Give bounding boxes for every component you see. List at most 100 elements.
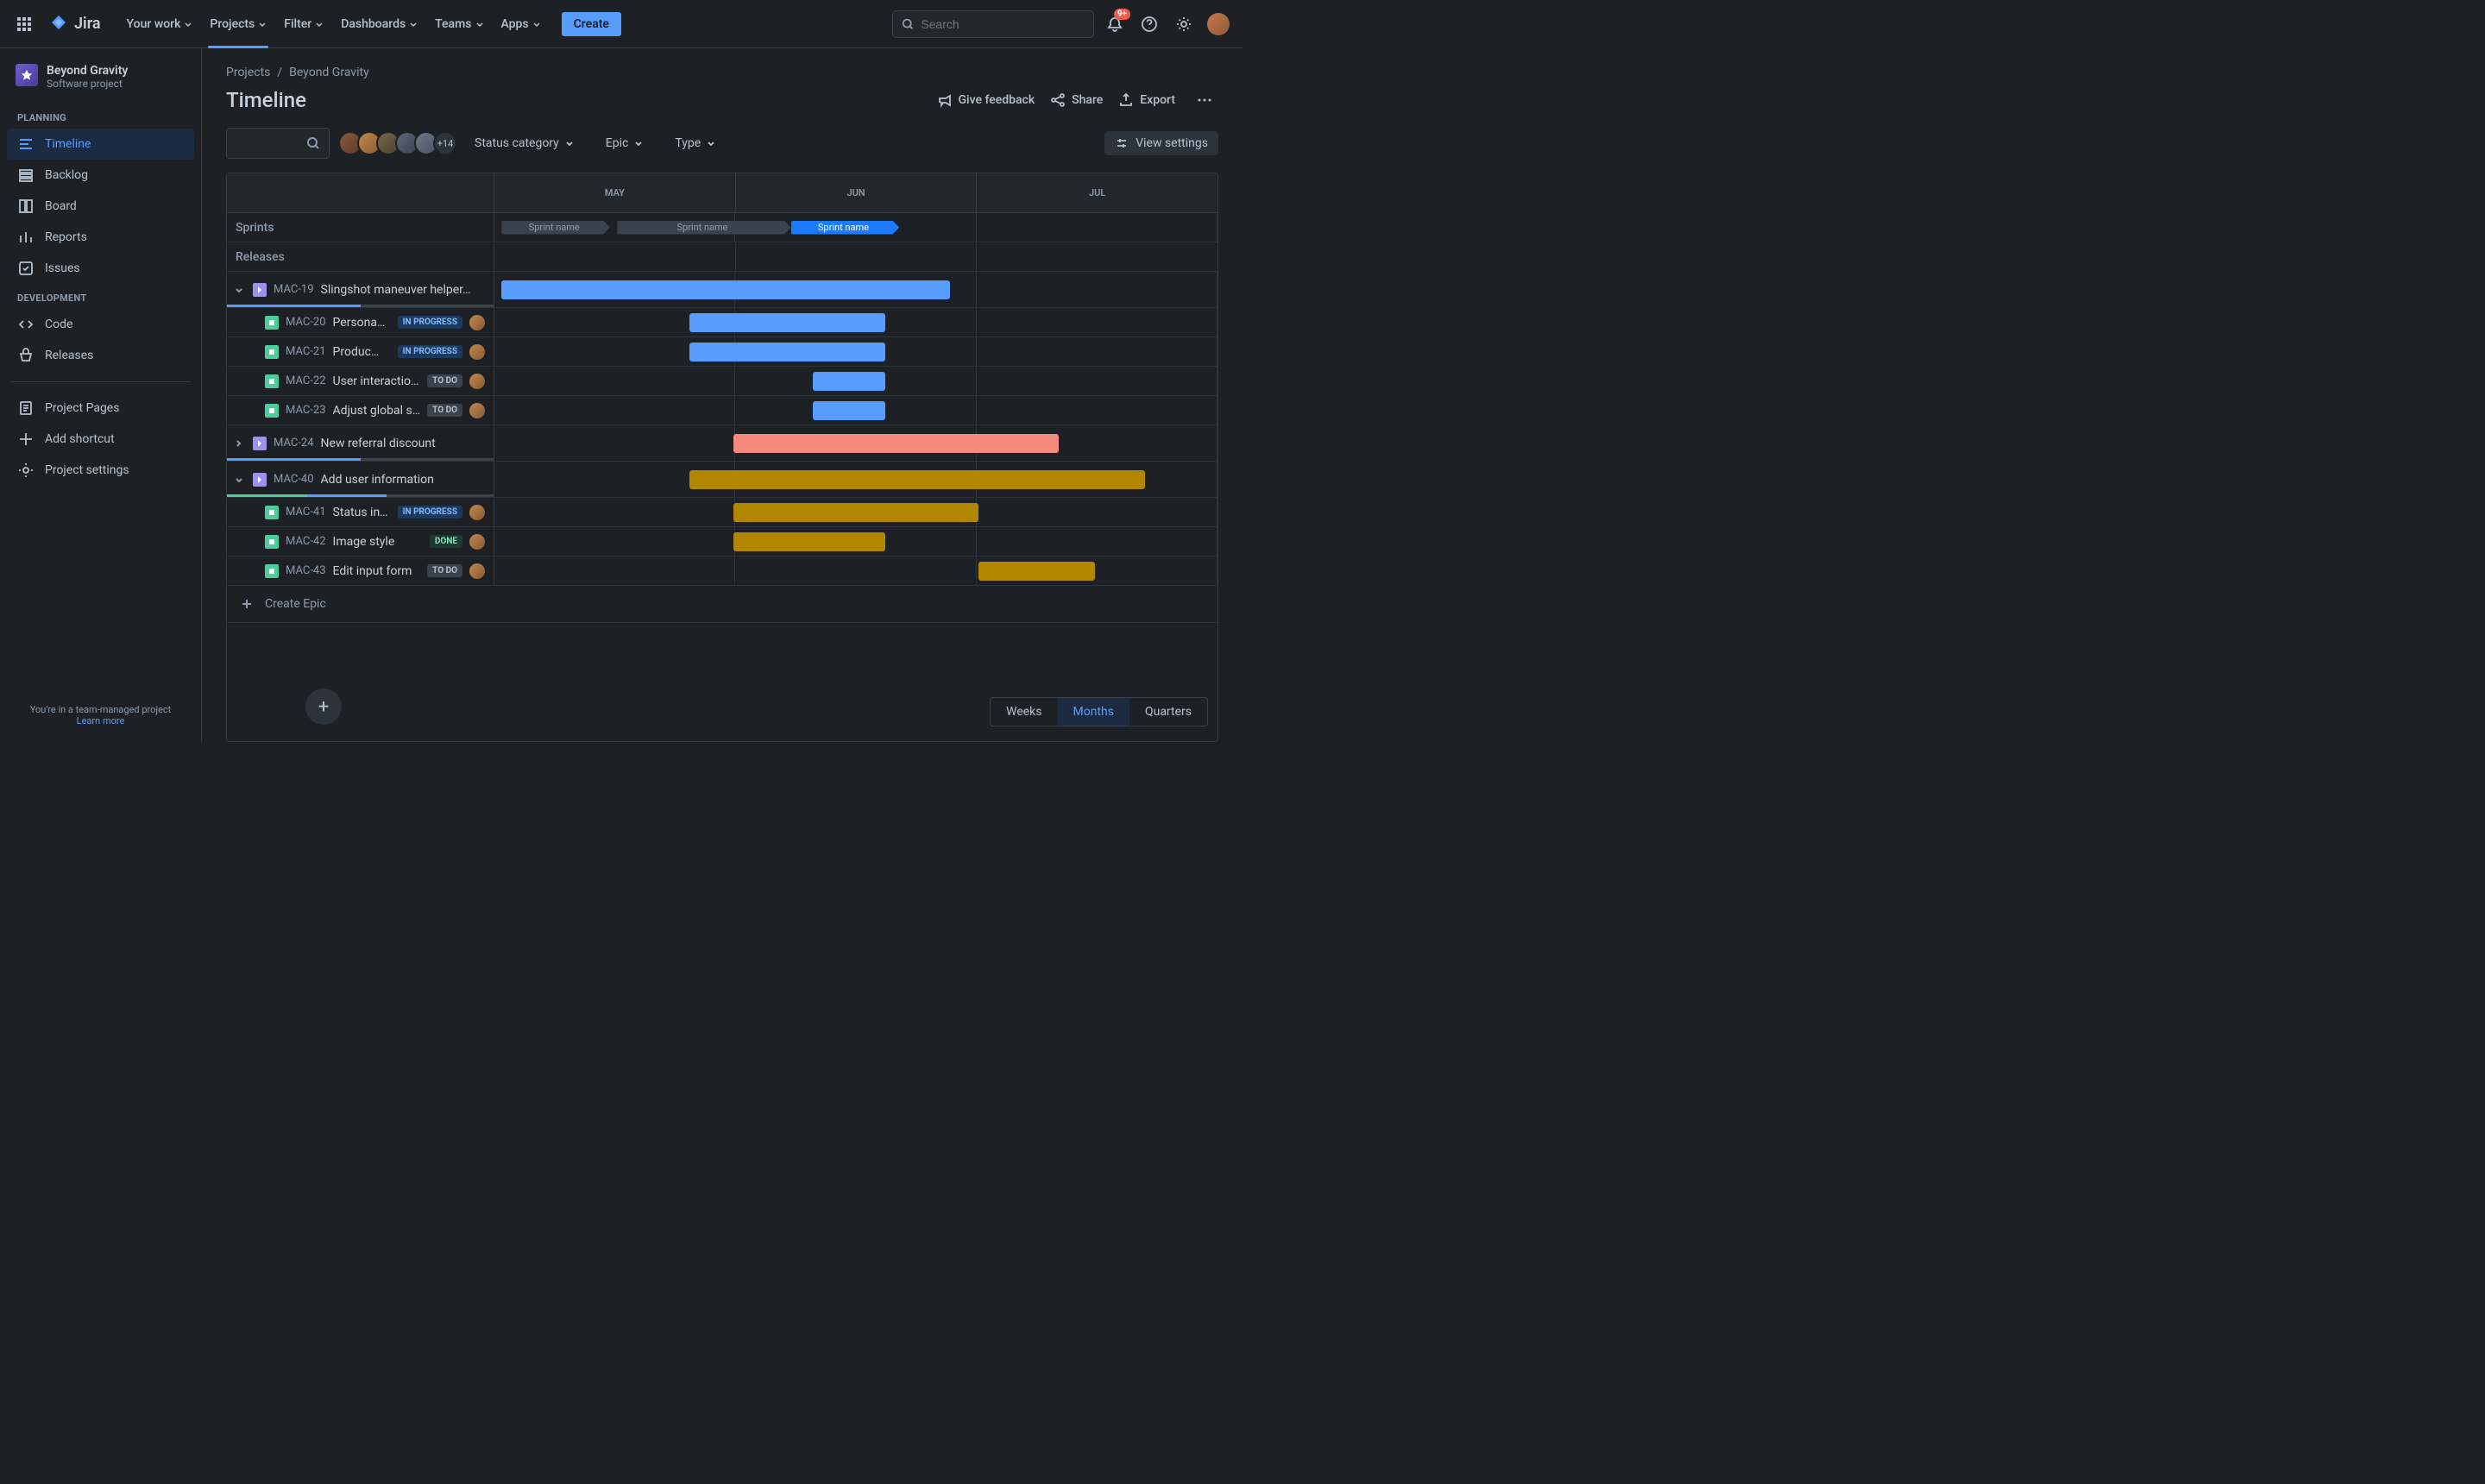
epic-row[interactable]: MAC-40 Add user information — [227, 462, 1217, 498]
assignee-avatar[interactable] — [469, 315, 485, 330]
story-row[interactable]: MAC-20 Persona… IN PROGRESS — [227, 308, 1217, 337]
more-horizontal-icon — [1196, 91, 1213, 109]
project-name: Beyond Gravity — [47, 64, 128, 78]
nav-item-teams[interactable]: Teams — [426, 10, 492, 38]
plus-icon — [237, 594, 256, 613]
timeline-bar[interactable] — [733, 503, 979, 522]
story-row[interactable]: MAC-43 Edit input form TO DO — [227, 556, 1217, 586]
assignee-filter[interactable]: +14 — [343, 131, 457, 155]
notifications-button[interactable]: 9+ — [1101, 10, 1129, 38]
expand-toggle[interactable] — [234, 438, 246, 449]
nav-item-your-work[interactable]: Your work — [118, 10, 202, 38]
project-header[interactable]: Beyond Gravity Software project — [7, 64, 194, 104]
sidebar-item-add-shortcut[interactable]: Add shortcut — [7, 424, 194, 455]
timeline-bar[interactable] — [733, 532, 885, 551]
sprint-chip[interactable]: Sprint name — [791, 221, 900, 235]
timeline-bar[interactable] — [733, 434, 1059, 453]
sidebar-item-releases[interactable]: Releases — [7, 340, 194, 371]
story-row[interactable]: MAC-22 User interactio… TO DO — [227, 367, 1217, 396]
story-row[interactable]: MAC-23 Adjust global s… TO DO — [227, 396, 1217, 425]
filter-status-category[interactable]: Status category — [471, 131, 578, 155]
assignee-avatar[interactable] — [469, 534, 485, 550]
sidebar-item-reports[interactable]: Reports — [7, 222, 194, 253]
zoom-tab-quarters[interactable]: Quarters — [1129, 698, 1207, 726]
story-row[interactable]: MAC-42 Image style DONE — [227, 527, 1217, 556]
give-feedback-button[interactable]: Give feedback — [937, 92, 1035, 108]
learn-more-link[interactable]: Learn more — [14, 715, 187, 726]
view-settings-button[interactable]: View settings — [1104, 131, 1218, 155]
sidebar-item-project-pages[interactable]: Project Pages — [7, 393, 194, 424]
sprint-chip[interactable]: Sprint name — [501, 221, 610, 235]
expand-toggle[interactable] — [234, 285, 246, 295]
timeline-bar[interactable] — [501, 280, 950, 299]
assignee-avatar[interactable] — [469, 344, 485, 360]
create-epic-button[interactable]: Create Epic — [227, 586, 1217, 623]
sidebar-item-timeline[interactable]: Timeline — [7, 129, 194, 160]
breadcrumb-projects[interactable]: Projects — [226, 66, 270, 79]
assignee-avatar[interactable] — [469, 403, 485, 418]
issues-icon — [17, 260, 35, 277]
sidebar-item-board[interactable]: Board — [7, 191, 194, 222]
issue-key: MAC-19 — [274, 283, 314, 296]
story-icon — [265, 316, 279, 330]
zoom-tab-weeks[interactable]: Weeks — [991, 698, 1057, 726]
epic-row[interactable]: MAC-19 Slingshot maneuver helper… — [227, 272, 1217, 308]
sidebar-item-backlog[interactable]: Backlog — [7, 160, 194, 191]
jira-logo[interactable]: Jira — [41, 14, 108, 35]
global-search[interactable] — [892, 10, 1094, 38]
timeline-search[interactable] — [226, 128, 330, 159]
zoom-tabs: WeeksMonthsQuarters — [990, 697, 1208, 726]
filter-type[interactable]: Type — [671, 131, 720, 155]
nav-item-filter[interactable]: Filter — [275, 10, 332, 38]
sidebar-item-code[interactable]: Code — [7, 309, 194, 340]
add-fab[interactable]: + — [305, 689, 342, 725]
assignee-avatar[interactable] — [469, 505, 485, 520]
timeline-bar[interactable] — [813, 372, 885, 391]
export-button[interactable]: Export — [1118, 92, 1175, 108]
month-header: JUL — [977, 173, 1217, 212]
sidebar-item-project-settings[interactable]: Project settings — [7, 455, 194, 486]
chevron-down-icon — [532, 20, 541, 28]
issue-key: MAC-22 — [286, 374, 326, 387]
story-row[interactable]: MAC-41 Status in… IN PROGRESS — [227, 498, 1217, 527]
assignee-avatar[interactable] — [469, 374, 485, 389]
zoom-tab-months[interactable]: Months — [1058, 698, 1129, 726]
reports-icon — [17, 229, 35, 246]
expand-toggle[interactable] — [234, 475, 246, 485]
nav-item-apps[interactable]: Apps — [493, 10, 550, 38]
settings-button[interactable] — [1170, 10, 1198, 38]
profile-button[interactable] — [1205, 10, 1232, 38]
help-button[interactable] — [1136, 10, 1163, 38]
breadcrumb-project[interactable]: Beyond Gravity — [289, 66, 369, 79]
assignee-avatar[interactable] — [469, 563, 485, 579]
status-badge: IN PROGRESS — [398, 345, 462, 358]
create-button[interactable]: Create — [562, 12, 621, 36]
search-input[interactable] — [921, 17, 1085, 31]
filter-epic[interactable]: Epic — [602, 131, 648, 155]
sidebar-item-issues[interactable]: Issues — [7, 253, 194, 284]
timeline-bar[interactable] — [813, 401, 885, 420]
nav-item-projects[interactable]: Projects — [201, 10, 275, 38]
timeline-icon — [17, 135, 35, 153]
nav-item-dashboards[interactable]: Dashboards — [332, 10, 426, 38]
issue-key: MAC-23 — [286, 404, 326, 417]
issue-title: Adjust global s… — [333, 404, 421, 418]
story-row[interactable]: MAC-21 Produc… IN PROGRESS — [227, 337, 1217, 367]
timeline-bar[interactable] — [689, 470, 1145, 489]
share-button[interactable]: Share — [1050, 92, 1103, 108]
avatar-more[interactable]: +14 — [433, 131, 457, 155]
story-icon — [265, 564, 279, 578]
issue-key: MAC-21 — [286, 345, 326, 358]
gear-icon — [1175, 16, 1192, 33]
timeline-bar[interactable] — [689, 343, 884, 362]
sprint-chip[interactable]: Sprint name — [617, 221, 790, 235]
project-type: Software project — [47, 78, 128, 90]
app-switcher-icon[interactable] — [10, 10, 38, 38]
story-icon — [265, 374, 279, 388]
timeline-bar[interactable] — [978, 562, 1094, 581]
chevron-down-icon — [564, 138, 575, 148]
timeline-bar[interactable] — [689, 313, 884, 332]
epic-row[interactable]: MAC-24 New referral discount — [227, 425, 1217, 462]
more-actions-button[interactable] — [1191, 86, 1218, 114]
top-nav: Jira Your workProjectsFilterDashboardsTe… — [0, 0, 1242, 48]
